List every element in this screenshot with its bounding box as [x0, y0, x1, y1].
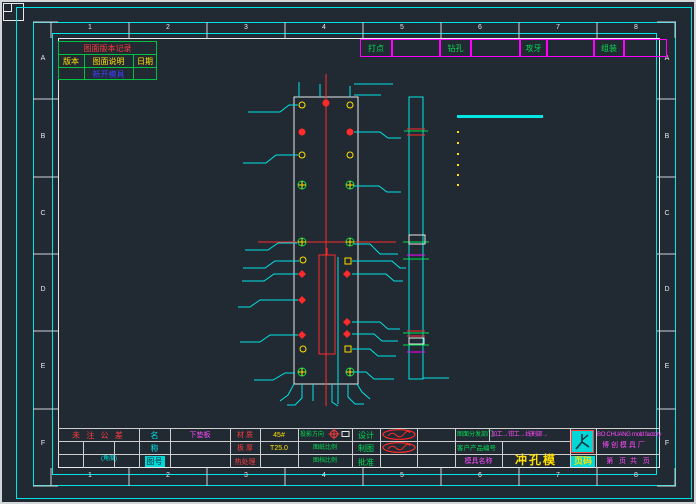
revision-col-desc: 图面说明: [92, 56, 125, 66]
zone-col-label: 8: [634, 472, 638, 479]
revision-table-title: 图面版本记录: [83, 43, 132, 53]
design-label: 设计: [358, 430, 374, 440]
company-name-cn: 博 创 模 具 厂: [602, 442, 645, 449]
projection-label: 投影方向: [300, 432, 325, 438]
process-cell-gongya: 攻牙: [520, 39, 547, 57]
scale-label: 图纸比例: [312, 445, 337, 451]
zone-col-label: 6: [478, 24, 482, 31]
zone-row-label: F: [40, 440, 46, 447]
process-cell: [471, 39, 520, 57]
zone-row-label: D: [40, 286, 46, 293]
zone-row-label: B: [40, 133, 46, 140]
process-cell: [392, 39, 440, 57]
tolerance-title: 未 注 公 差: [72, 430, 125, 440]
zone-col-label: 1: [88, 24, 92, 31]
dist-label: 图面分发部门: [457, 432, 494, 438]
zone-col-label: 6: [478, 472, 482, 479]
zone-row-label: F: [664, 440, 670, 447]
draft-label: 制图: [358, 443, 374, 453]
revision-col-date: 日期: [137, 56, 153, 66]
mold-name-label: 模具名称: [464, 458, 493, 465]
zone-row-label: C: [40, 210, 46, 217]
zone-col-label: 7: [556, 472, 560, 479]
customer-label: 客户产品编号: [457, 445, 496, 452]
leader-lines: [238, 82, 406, 407]
annotations: [457, 115, 543, 186]
process-cell-zuzhuang: 组装: [594, 39, 624, 57]
zone-row-label: C: [664, 210, 670, 217]
side-view: [403, 96, 449, 380]
zone-col-label: 7: [556, 24, 560, 31]
file-scale-label: 图档比例: [312, 458, 337, 464]
page-label: 页码: [570, 455, 596, 467]
zone-row-label: A: [40, 55, 46, 62]
company-logo: [571, 430, 594, 453]
material-label: 材 质: [237, 431, 253, 439]
approve-label: 批准: [358, 457, 374, 467]
process-cell-dadian: 打点: [360, 39, 392, 57]
projection-symbol-icon: [328, 428, 350, 440]
page-count-text: 第 页 共 页: [606, 458, 650, 465]
thickness-label: 板 厚: [237, 444, 253, 452]
zone-col-label: 8: [634, 24, 638, 31]
angle-note: (角度): [101, 455, 117, 462]
dist-flow: 加工→钳工→线割部→: [491, 432, 549, 438]
zone-col-label: 3: [244, 24, 248, 31]
heat-label: 热处理: [234, 458, 256, 466]
process-cell: [547, 39, 594, 57]
mold-name-value: 冲孔模: [514, 453, 557, 467]
cad-sheet: 1 2 3 4 5 6 7 8 1 2 3 4 5 6 7 8 A B C D …: [0, 0, 696, 504]
draft-signature-stamp: [382, 442, 416, 453]
zone-col-label: 4: [322, 24, 326, 31]
zone-row-label: E: [664, 363, 670, 370]
zone-row-label: B: [664, 133, 670, 140]
name-label-b: 称: [150, 443, 159, 453]
revision-col-version: 版本: [63, 56, 79, 66]
main-view: [258, 74, 396, 406]
name-label-a: 名: [150, 430, 159, 440]
zone-col-label: 2: [166, 472, 170, 479]
revision-row-desc: 新开模具: [92, 69, 125, 79]
process-cell: [624, 39, 667, 57]
zone-col-label: 2: [166, 24, 170, 31]
zone-col-label: 3: [244, 472, 248, 479]
design-signature-stamp: [382, 429, 416, 440]
process-cell-zuankong: 钻孔: [440, 39, 471, 57]
zone-row-label: E: [40, 363, 46, 370]
drawing-no-label: 图号: [144, 456, 165, 467]
zone-col-label: 5: [400, 24, 404, 31]
material-value: 45#: [273, 431, 285, 439]
thickness-value: T25.0: [270, 444, 288, 452]
zone-ticks: [33, 21, 676, 487]
zone-col-label: 1: [88, 472, 92, 479]
zone-col-label: 4: [322, 472, 326, 479]
zone-col-label: 5: [400, 472, 404, 479]
zone-row-label: D: [664, 286, 670, 293]
part-name: 下垫板: [189, 431, 211, 439]
